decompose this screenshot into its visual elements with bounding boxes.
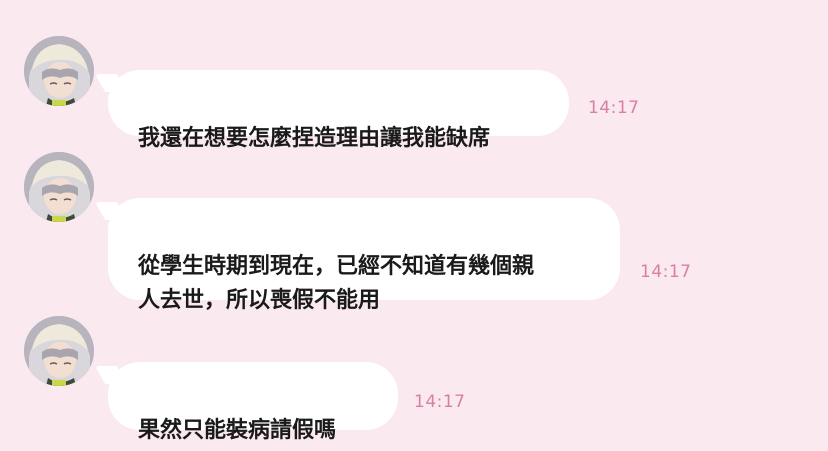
message-timestamp: 14:17 — [588, 98, 640, 118]
avatar-icon[interactable] — [24, 152, 94, 222]
avatar-icon[interactable] — [24, 316, 94, 386]
message-text: 從學生時期到現在，已經不知道有幾個親 人去世，所以喪假不能用 — [138, 254, 535, 313]
message-bubble: 果然只能裝病請假嗎 — [108, 362, 398, 443]
message-bubble: 我還在想要怎麼捏造理由讓我能缺席 — [108, 70, 569, 151]
message-timestamp: 14:17 — [640, 262, 692, 282]
message-bubble: 從學生時期到現在，已經不知道有幾個親 人去世，所以喪假不能用 — [108, 198, 620, 313]
message-text: 我還在想要怎麼捏造理由讓我能缺席 — [138, 126, 491, 151]
message-timestamp: 14:17 — [414, 392, 466, 412]
avatar-icon[interactable] — [24, 36, 94, 106]
message-text: 果然只能裝病請假嗎 — [138, 418, 337, 443]
